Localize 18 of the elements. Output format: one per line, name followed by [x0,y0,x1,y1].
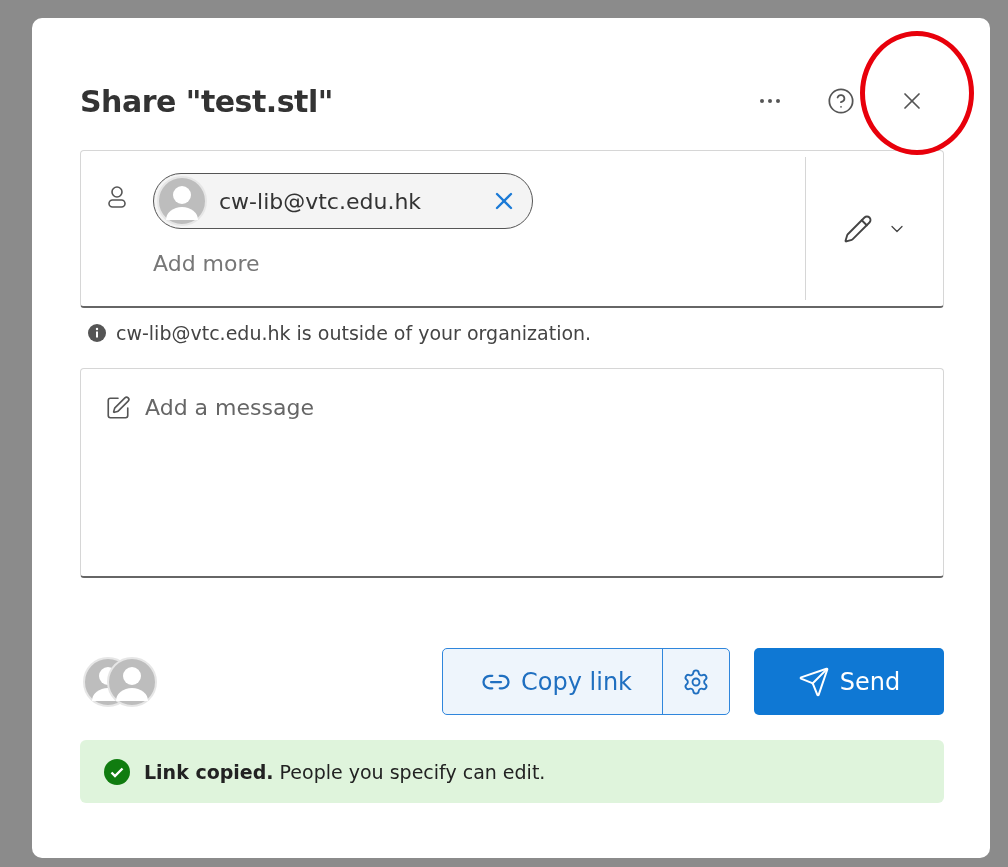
edit-icon [105,395,131,421]
pencil-icon [842,213,873,244]
send-icon [797,665,830,698]
recipients-field[interactable]: cw-lib@vtc.edu.hk Add more [80,150,944,308]
banner-message: Link copied. People you specify can edit. [144,760,546,783]
help-icon [827,87,855,115]
send-button[interactable]: Send [754,648,944,715]
copy-link-button[interactable]: Copy link [443,649,663,714]
check-icon [104,758,130,785]
avatar-icon [157,176,207,226]
more-icon [760,99,780,103]
info-icon [88,324,106,342]
person-icon [107,185,127,209]
recipient-chip[interactable]: cw-lib@vtc.edu.hk [153,173,533,229]
person-avatar-icon [107,656,157,707]
external-notice: cw-lib@vtc.edu.hk is outside of your organization. [116,322,592,344]
settings-icon [682,667,710,696]
dialog-title: Share "test.stl" [80,83,334,119]
